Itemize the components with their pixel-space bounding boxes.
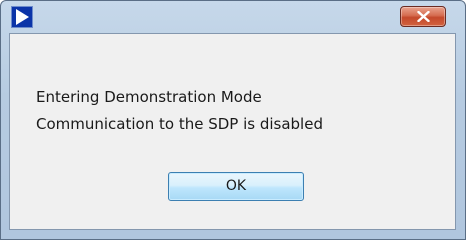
close-x-icon: [417, 11, 430, 22]
close-button[interactable]: [400, 6, 446, 27]
blue-play-arrow-icon: [11, 6, 33, 28]
dialog-body: Entering Demonstration Mode Communicatio…: [9, 33, 456, 230]
ok-button[interactable]: OK: [168, 172, 304, 201]
title-bar[interactable]: [1, 1, 465, 33]
message-line-1: Entering Demonstration Mode: [36, 88, 262, 106]
message-dialog-window: Entering Demonstration Mode Communicatio…: [0, 0, 466, 240]
message-line-2: Communication to the SDP is disabled: [36, 115, 323, 133]
